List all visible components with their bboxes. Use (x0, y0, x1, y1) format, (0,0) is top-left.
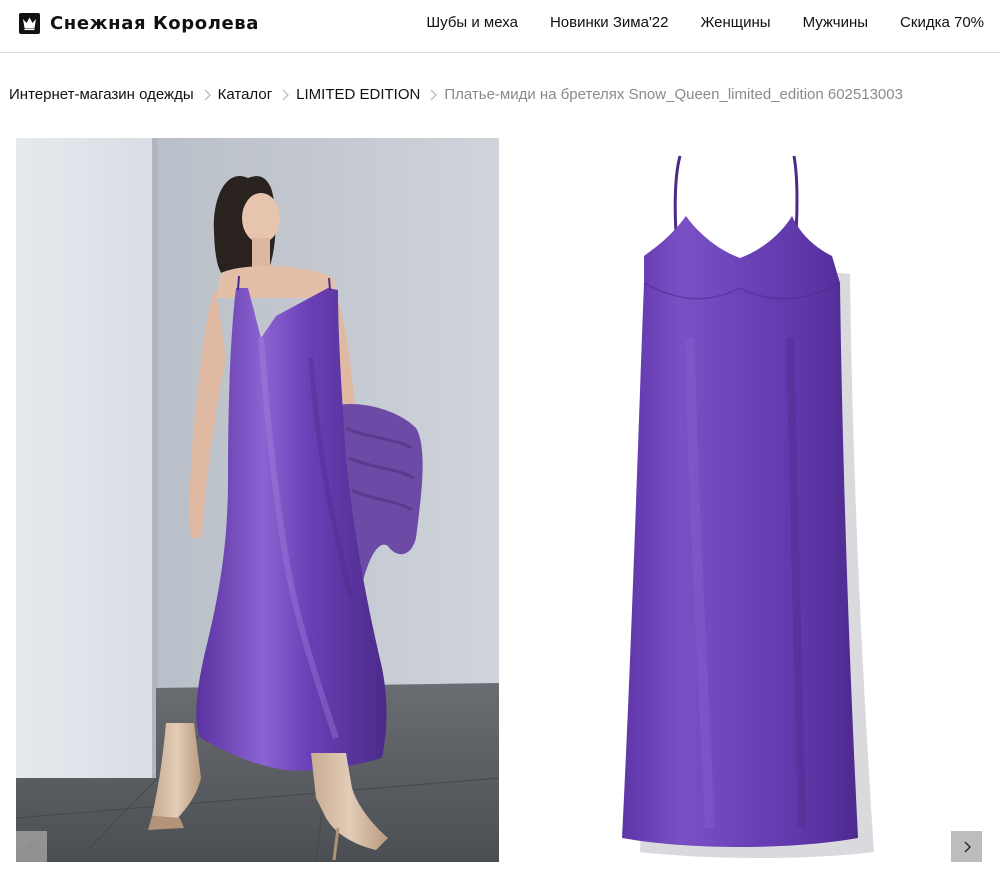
breadcrumb-current: Платье-миди на бретелях Snow_Queen_limit… (444, 86, 903, 103)
product-photo-model[interactable] (16, 138, 499, 862)
site-header: Снежная Королева Шубы и меха Новинки Зим… (0, 0, 1000, 53)
breadcrumb-item-shop[interactable]: Интернет-магазин одежды (9, 86, 194, 103)
product-photo-flat[interactable] (540, 138, 950, 862)
chevron-right-icon (964, 841, 971, 852)
nav-item-men[interactable]: Мужчины (803, 14, 868, 31)
main-nav: Шубы и меха Новинки Зима'22 Женщины Мужч… (426, 14, 984, 31)
brand-logo[interactable]: Снежная Королева (19, 13, 259, 34)
nav-item-furs[interactable]: Шубы и меха (426, 14, 518, 31)
breadcrumb: Интернет-магазин одежды Каталог LIMITED … (9, 86, 903, 103)
brand-name: Снежная Королева (50, 13, 260, 34)
nav-item-new-winter[interactable]: Новинки Зима'22 (550, 14, 669, 31)
chevron-right-icon (204, 89, 211, 100)
nav-item-sale[interactable]: Скидка 70% (900, 14, 984, 31)
crown-icon (19, 13, 40, 34)
nav-item-women[interactable]: Женщины (701, 14, 771, 31)
chevron-right-icon (282, 89, 290, 100)
gallery-next-button[interactable] (951, 831, 982, 862)
breadcrumb-item-catalog[interactable]: Каталог (218, 86, 273, 103)
breadcrumb-item-limited[interactable]: LIMITED EDITION (296, 86, 420, 103)
chevron-left-icon (27, 841, 34, 852)
chevron-right-icon (430, 89, 438, 100)
gallery-prev-button[interactable] (16, 831, 47, 862)
